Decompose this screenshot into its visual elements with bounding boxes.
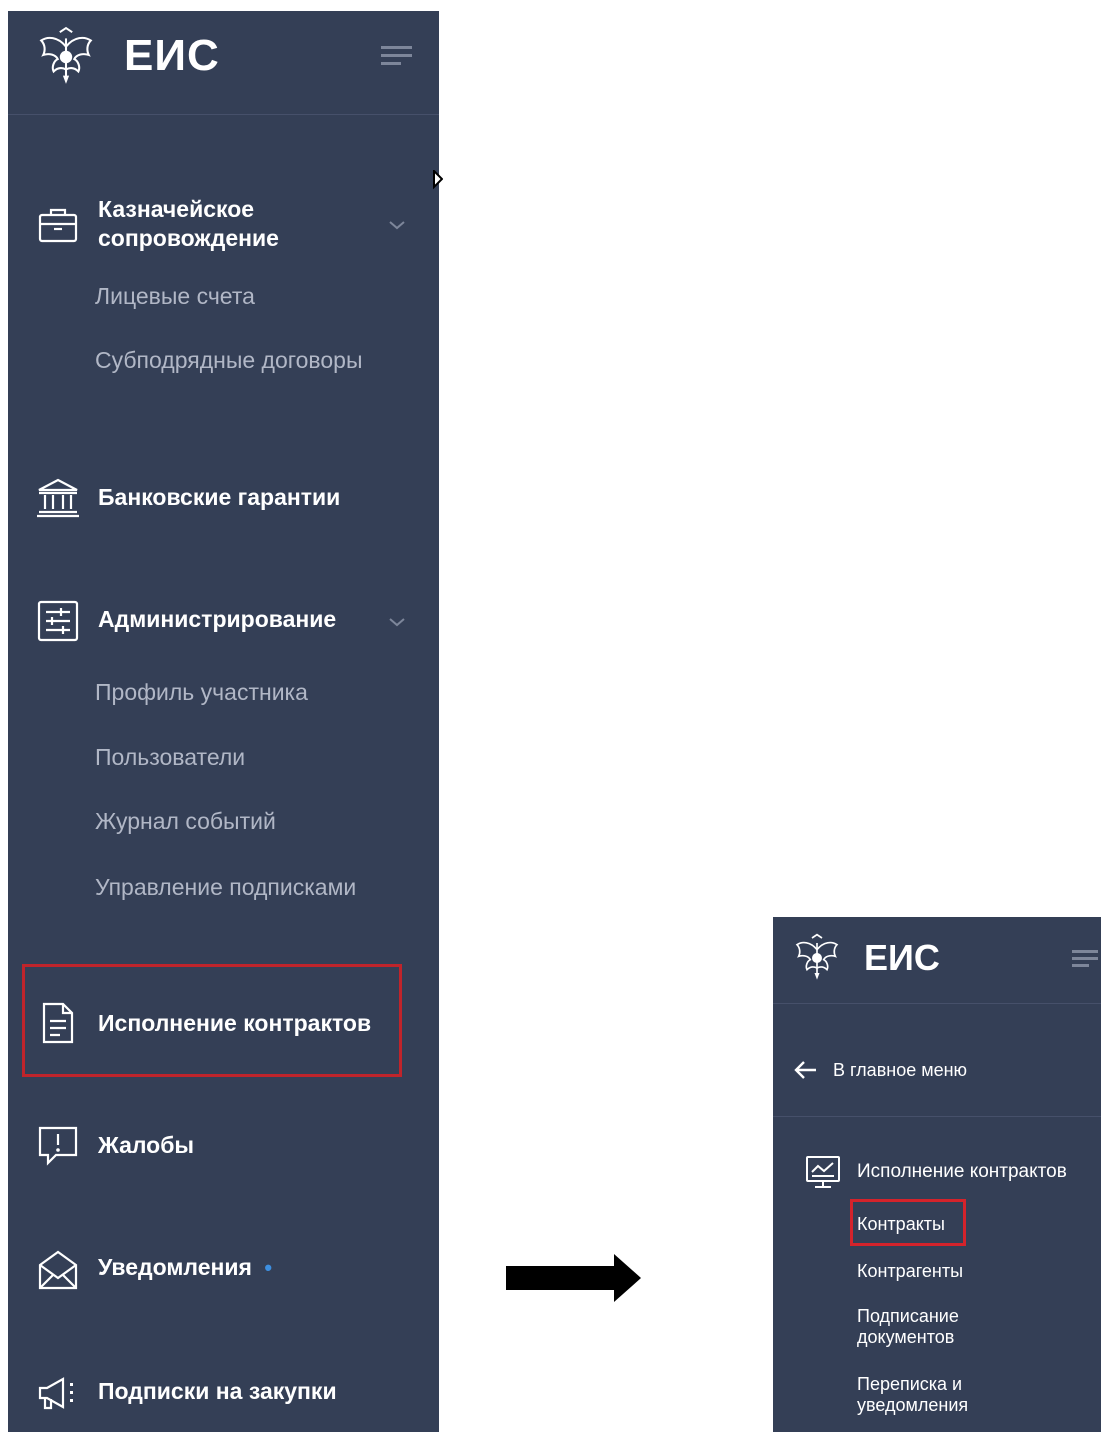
menu-section-purchase-subscriptions[interactable]: Подписки на закупки bbox=[98, 1377, 337, 1406]
page: ЕИС Казначейское сопровождение Лицевые с… bbox=[0, 0, 1101, 1432]
hamburger-icon[interactable] bbox=[1072, 949, 1098, 969]
menu-item-users[interactable]: Пользователи bbox=[95, 744, 245, 771]
envelope-icon bbox=[38, 1250, 78, 1290]
menu-section-contract-execution[interactable]: Исполнение контрактов bbox=[98, 1009, 371, 1038]
settings-sliders-icon bbox=[37, 600, 79, 642]
menu-section-treasury[interactable]: Казначейское сопровождение bbox=[98, 195, 279, 253]
right-sidebar: ЕИС В главное меню Исполнение контрактов bbox=[773, 917, 1101, 1432]
coat-of-arms-icon[interactable] bbox=[35, 26, 97, 88]
menu-section-complaints[interactable]: Жалобы bbox=[98, 1131, 194, 1160]
menu-section-treasury-line1: Казначейское bbox=[98, 196, 255, 222]
notification-dot: • bbox=[264, 1255, 273, 1280]
sidebar-header: ЕИС bbox=[8, 11, 439, 115]
menu-section-treasury-line2: сопровождение bbox=[98, 225, 279, 251]
menu-item-counterparties[interactable]: Контрагенты bbox=[857, 1261, 963, 1282]
chevron-down-icon[interactable] bbox=[387, 616, 407, 628]
monitor-chart-icon bbox=[806, 1156, 840, 1188]
menu-item-document-signing[interactable]: Подписание документов bbox=[857, 1306, 987, 1348]
logo-text[interactable]: ЕИС bbox=[124, 31, 220, 81]
menu-item-event-log[interactable]: Журнал событий bbox=[95, 808, 276, 835]
megaphone-icon bbox=[38, 1377, 73, 1410]
coat-of-arms-icon[interactable] bbox=[792, 933, 842, 983]
bank-icon bbox=[37, 478, 79, 518]
chevron-down-icon[interactable] bbox=[387, 219, 407, 231]
menu-section-administration[interactable]: Администрирование bbox=[98, 605, 336, 634]
menu-section-bank-guarantees[interactable]: Банковские гарантии bbox=[98, 483, 340, 512]
transition-arrow bbox=[506, 1266, 620, 1290]
menu-item-contracts[interactable]: Контракты bbox=[857, 1214, 945, 1235]
document-icon bbox=[42, 1002, 74, 1044]
transition-arrow-head bbox=[614, 1254, 641, 1302]
menu-item-correspondence[interactable]: Переписка и уведомления bbox=[857, 1374, 987, 1416]
back-label: В главное меню bbox=[833, 1060, 968, 1080]
sidebar-header: ЕИС bbox=[773, 917, 1101, 1004]
mouse-cursor-icon bbox=[433, 170, 443, 190]
menu-item-subscription-management[interactable]: Управление подписками bbox=[95, 874, 356, 901]
hamburger-icon[interactable] bbox=[381, 44, 412, 68]
menu-item-participant-profile[interactable]: Профиль участника bbox=[95, 679, 308, 706]
section-title-contract-execution[interactable]: Исполнение контрактов bbox=[857, 1161, 1067, 1183]
menu-item-personal-accounts[interactable]: Лицевые счета bbox=[95, 283, 255, 310]
notifications-label: Уведомления bbox=[98, 1254, 252, 1280]
alert-message-icon bbox=[38, 1126, 78, 1166]
menu-section-notifications[interactable]: Уведомления • bbox=[98, 1253, 272, 1282]
divider bbox=[773, 1116, 1101, 1117]
logo-text[interactable]: ЕИС bbox=[864, 937, 940, 979]
left-sidebar: ЕИС Казначейское сопровождение Лицевые с… bbox=[8, 11, 439, 1432]
briefcase-icon bbox=[38, 208, 78, 243]
arrow-left-icon bbox=[794, 1061, 816, 1079]
menu-item-subcontracts[interactable]: Субподрядные договоры bbox=[95, 347, 363, 374]
